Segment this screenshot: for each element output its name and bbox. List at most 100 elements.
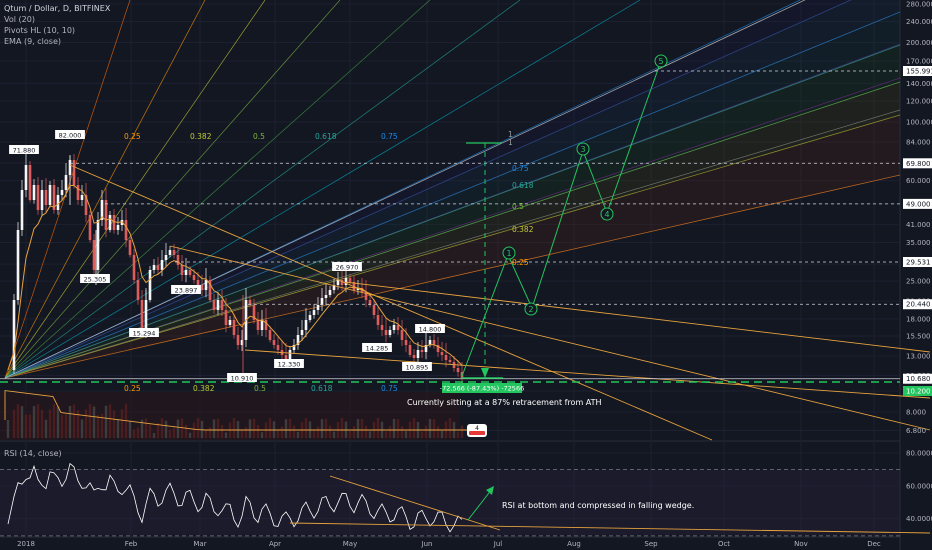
volume-bar	[448, 418, 452, 438]
fib-retracement-label: 0.75	[512, 164, 529, 173]
volume-bar	[132, 429, 136, 438]
fib-retracement-label: 0.382	[512, 225, 534, 234]
fib-fan-top-label: 0.25	[124, 132, 141, 141]
candle-body	[212, 300, 216, 310]
volume-bar	[328, 425, 332, 438]
candle-body	[272, 340, 276, 345]
volume-bar	[248, 419, 252, 438]
volume-bar	[48, 409, 52, 438]
pivot-label: 25.305	[80, 274, 110, 284]
volume-bar	[204, 429, 208, 438]
volume-bar	[420, 431, 424, 438]
candle-body	[412, 355, 416, 358]
rsi-title[interactable]: RSI (14, close)	[4, 448, 62, 459]
wave-label: 4	[604, 210, 609, 219]
price-tick-label: 140.000	[906, 80, 932, 88]
candle-body	[232, 320, 236, 335]
wave-label: 1	[506, 249, 511, 258]
fib-fan-bottom-label: 0.25	[124, 384, 141, 393]
wave-label: 5	[658, 57, 663, 66]
fib-retracement-label: 0.5	[512, 202, 524, 211]
indicator-pivots[interactable]: Pivots HL (10, 10)	[4, 25, 110, 36]
volume-bar	[212, 419, 216, 438]
volume-bar	[80, 419, 84, 438]
candle-body	[224, 310, 228, 325]
volume-bar	[36, 404, 40, 438]
price-tag-text: 155.991	[906, 68, 932, 76]
volume-bar	[268, 418, 272, 438]
price-tag-text: 29.531	[906, 259, 931, 267]
candle-body	[416, 350, 420, 358]
volume-bar	[20, 406, 24, 438]
volume-bar	[292, 425, 296, 438]
candle-body	[312, 310, 316, 315]
candle-body	[92, 240, 96, 270]
fib-fan-top-label: 0.618	[315, 132, 337, 141]
volume-bar	[28, 414, 32, 438]
time-tick-label: Aug	[567, 540, 581, 548]
fib-fan-top-label: 0.75	[381, 132, 398, 141]
volume-bar	[24, 414, 28, 438]
candle-body	[384, 330, 388, 335]
candle-body	[216, 300, 220, 310]
price-tick-label: 60.000	[906, 177, 931, 185]
pivot-label-text: 71.880	[13, 147, 36, 155]
volume-bar	[356, 419, 360, 438]
price-tick-label: 8.000	[906, 408, 926, 416]
volume-bar	[320, 419, 324, 438]
volume-bar	[56, 406, 60, 438]
price-tag: 10.680	[903, 373, 932, 384]
pivot-label: 15.294	[129, 328, 159, 338]
volume-bar	[348, 430, 352, 438]
candle-body	[408, 345, 412, 355]
volume-bar	[280, 426, 284, 438]
volume-bar	[360, 418, 364, 438]
pivot-label: 71.880	[9, 145, 39, 155]
volume-bar	[396, 419, 400, 438]
candle-body	[180, 265, 184, 275]
volume-bar	[60, 414, 64, 438]
candle-body	[64, 175, 68, 190]
indicator-volume[interactable]: Vol (20)	[4, 14, 110, 25]
candle-body	[164, 255, 168, 260]
volume-bar	[252, 418, 256, 438]
price-tag-text: 10.680	[906, 375, 931, 383]
candle-body	[104, 200, 108, 230]
candle-body	[308, 315, 312, 320]
volume-bar	[332, 431, 336, 438]
volume-bar	[104, 405, 108, 438]
fib-fan-top-label: 0.5	[253, 132, 265, 141]
indicator-ema[interactable]: EMA (9, close)	[4, 36, 110, 47]
candle-body	[112, 215, 116, 230]
candle-body	[328, 290, 332, 295]
fib-fan-bottom-label: 0.5	[254, 384, 266, 393]
volume-bar	[304, 418, 308, 438]
volume-bar	[128, 420, 132, 438]
candle-body	[148, 270, 152, 300]
price-tick-label: 13.000	[906, 353, 931, 361]
chart-canvas[interactable]: 1 2 3 4 5 0.25 0.382 0.5 0.618 0.75 0.25 0.382 0.5 0…	[0, 0, 932, 550]
pivot-label-text: 25.305	[84, 276, 107, 284]
time-tick-label: Oct	[718, 540, 730, 548]
volume-bar	[40, 409, 44, 438]
candle-body	[276, 345, 280, 350]
volume-bar	[460, 425, 464, 438]
volume-bar	[428, 418, 432, 438]
pivot-label: 10.910	[227, 373, 257, 383]
price-tick-label: 84.000	[906, 139, 931, 147]
volume-bar	[404, 431, 408, 438]
candle-body	[200, 285, 204, 290]
volume-bar	[44, 419, 48, 438]
volume-bar	[12, 409, 16, 438]
price-tick-label: 100.000	[906, 119, 932, 127]
volume-bar	[72, 404, 76, 438]
symbol-title[interactable]: Qtum / Dollar, D, BITFINEX	[4, 3, 110, 14]
volume-bar	[112, 410, 116, 438]
price-tag: 10.200	[903, 386, 932, 396]
candle-body	[196, 280, 200, 285]
candle-body	[404, 340, 408, 345]
wave-label: 2	[528, 305, 533, 314]
fib-fan-top-label: 0.382	[190, 132, 212, 141]
volume-bar	[120, 409, 124, 438]
price-tick-label: 25.000	[906, 278, 931, 286]
